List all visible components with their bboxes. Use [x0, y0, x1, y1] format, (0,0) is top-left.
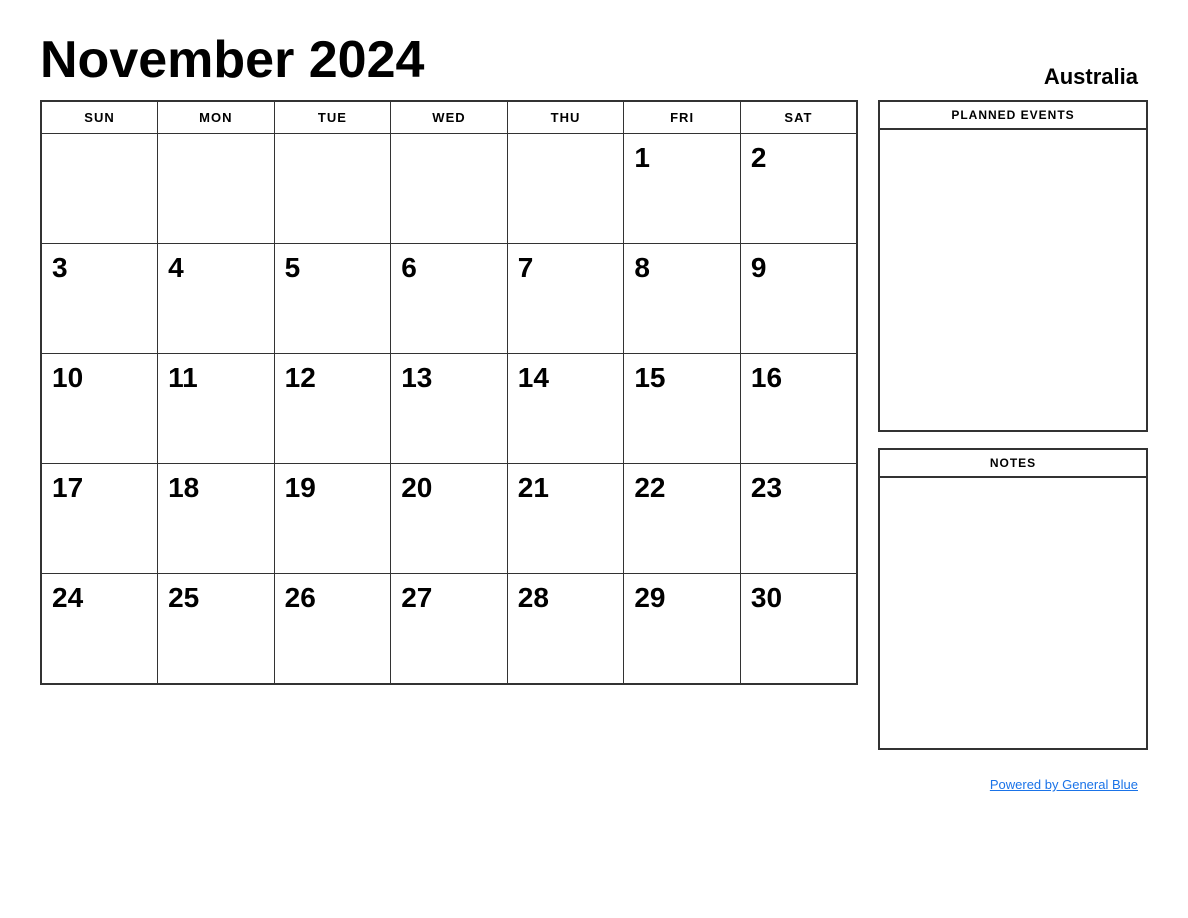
calendar-day-cell	[41, 134, 158, 244]
header-wed: WED	[391, 101, 508, 134]
calendar-section: SUN MON TUE WED THU FRI SAT 123456789101…	[40, 100, 858, 685]
calendar-day-cell: 4	[158, 244, 275, 354]
calendar-day-cell: 26	[274, 574, 391, 684]
notes-header: NOTES	[880, 450, 1146, 478]
planned-events-box: PLANNED EVENTS	[878, 100, 1148, 432]
calendar-week-row: 10111213141516	[41, 354, 857, 464]
calendar-day-cell: 1	[624, 134, 741, 244]
calendar-day-cell: 21	[507, 464, 624, 574]
country-title: Australia	[1044, 64, 1138, 90]
calendar-day-cell: 22	[624, 464, 741, 574]
powered-by-link[interactable]: Powered by General Blue	[990, 777, 1138, 792]
planned-events-body	[880, 130, 1146, 430]
header-sat: SAT	[740, 101, 857, 134]
calendar-day-cell: 29	[624, 574, 741, 684]
notes-body	[880, 478, 1146, 748]
calendar-table: SUN MON TUE WED THU FRI SAT 123456789101…	[40, 100, 858, 685]
calendar-day-cell: 5	[274, 244, 391, 354]
calendar-week-row: 17181920212223	[41, 464, 857, 574]
calendar-day-cell: 9	[740, 244, 857, 354]
main-content: SUN MON TUE WED THU FRI SAT 123456789101…	[40, 100, 1148, 794]
calendar-day-cell: 10	[41, 354, 158, 464]
calendar-day-cell: 23	[740, 464, 857, 574]
calendar-day-cell	[274, 134, 391, 244]
calendar-day-cell	[507, 134, 624, 244]
calendar-day-cell: 8	[624, 244, 741, 354]
calendar-day-cell: 27	[391, 574, 508, 684]
notes-box: NOTES	[878, 448, 1148, 750]
calendar-day-cell	[158, 134, 275, 244]
page-header: November 2024 Australia	[40, 30, 1148, 90]
calendar-header-row: SUN MON TUE WED THU FRI SAT	[41, 101, 857, 134]
header-thu: THU	[507, 101, 624, 134]
calendar-day-cell: 3	[41, 244, 158, 354]
header-sun: SUN	[41, 101, 158, 134]
calendar-day-cell: 30	[740, 574, 857, 684]
month-title: November 2024	[40, 30, 424, 90]
calendar-day-cell	[391, 134, 508, 244]
calendar-day-cell: 24	[41, 574, 158, 684]
header-tue: TUE	[274, 101, 391, 134]
calendar-day-cell: 2	[740, 134, 857, 244]
calendar-week-row: 12	[41, 134, 857, 244]
calendar-day-cell: 12	[274, 354, 391, 464]
calendar-day-cell: 15	[624, 354, 741, 464]
planned-events-header: PLANNED EVENTS	[880, 102, 1146, 130]
calendar-day-cell: 7	[507, 244, 624, 354]
calendar-day-cell: 13	[391, 354, 508, 464]
header-fri: FRI	[624, 101, 741, 134]
calendar-day-cell: 6	[391, 244, 508, 354]
calendar-day-cell: 14	[507, 354, 624, 464]
footer: Powered by General Blue	[878, 776, 1148, 794]
calendar-day-cell: 11	[158, 354, 275, 464]
calendar-week-row: 3456789	[41, 244, 857, 354]
calendar-day-cell: 20	[391, 464, 508, 574]
header-mon: MON	[158, 101, 275, 134]
calendar-day-cell: 28	[507, 574, 624, 684]
calendar-week-row: 24252627282930	[41, 574, 857, 684]
calendar-day-cell: 19	[274, 464, 391, 574]
calendar-day-cell: 25	[158, 574, 275, 684]
calendar-day-cell: 18	[158, 464, 275, 574]
calendar-day-cell: 17	[41, 464, 158, 574]
calendar-day-cell: 16	[740, 354, 857, 464]
sidebar: PLANNED EVENTS NOTES Powered by General …	[878, 100, 1148, 794]
